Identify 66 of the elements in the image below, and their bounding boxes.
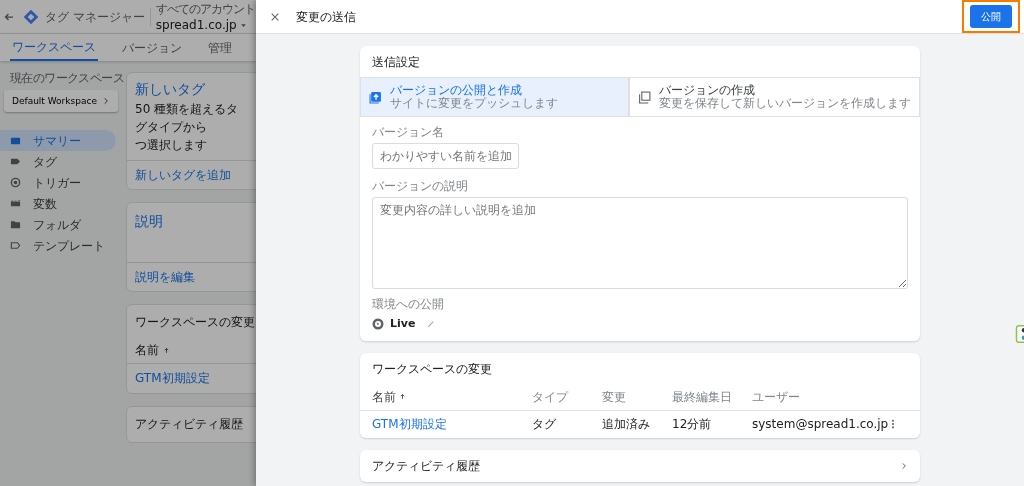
column-header: 変更	[602, 388, 627, 406]
column-header: 名前	[372, 388, 396, 406]
nav-tab[interactable]: バージョン	[120, 34, 184, 61]
column-header: 最終編集日	[672, 388, 733, 406]
environment-name: Live	[390, 316, 416, 332]
option-subtitle: 変更を保存して新しいバージョンを作成します	[659, 97, 911, 112]
sidebar-item[interactable]: トリガー	[0, 172, 116, 194]
sidebar-item[interactable]: 変数	[0, 193, 116, 215]
textarea-field[interactable]: 変更内容の詳しい説明を追加	[372, 197, 908, 289]
table-link[interactable]: GTM初期設定	[135, 371, 210, 385]
trigger-icon	[10, 177, 21, 189]
column-header: ユーザー	[752, 388, 801, 406]
copy-icon	[638, 90, 651, 104]
panel-title: 変更の送信	[296, 8, 356, 26]
widget-icon[interactable]	[1015, 325, 1024, 343]
option-tab[interactable]: バージョンの作成 変更を保存して新しいバージョンを作成します	[629, 77, 920, 117]
sidebar-item[interactable]: フォルダ	[0, 214, 116, 236]
globe-icon	[372, 318, 384, 331]
option-subtitle: サイトに変更をプッシュします	[390, 97, 558, 112]
card-link[interactable]: 新しいタグを追加	[135, 168, 231, 182]
card-title: 新しいタグ	[134, 80, 206, 99]
card-title: 説明	[134, 212, 164, 231]
workspace-button[interactable]: Default Workspace	[4, 90, 118, 113]
sidebar-item[interactable]: タグ	[0, 151, 116, 173]
nav-tab[interactable]: 管理	[206, 34, 234, 61]
input-field[interactable]: わかりやすい名前を追加	[372, 143, 519, 169]
table-cell-text: タグ	[532, 415, 557, 433]
table-cell-text: system@spread1.co.jp	[752, 415, 889, 433]
field-label: 環境への公開	[372, 296, 445, 313]
app-name: タグ マネージャー	[45, 7, 151, 26]
sort-up-icon[interactable]	[163, 346, 170, 354]
card-title: アクティビティ履歴	[372, 457, 480, 475]
option-title: バージョンの作成	[659, 82, 756, 97]
chevron-right-icon	[102, 97, 110, 106]
close-icon[interactable]	[270, 11, 280, 22]
folder-icon	[10, 219, 21, 231]
table-cell-text: 12分前	[672, 415, 713, 433]
option-title: バージョンの公開と作成	[390, 82, 523, 97]
diamond-logo-icon	[23, 8, 39, 25]
card-description: 50 種類を超えるタグタイプから	[135, 101, 240, 136]
dropdown-caret-icon[interactable]	[239, 21, 247, 29]
sidebar-item[interactable]: テンプレート	[0, 235, 116, 257]
table-link[interactable]: GTM初期設定	[372, 414, 532, 433]
card-link[interactable]: 説明を編集	[135, 270, 195, 284]
label-icon	[10, 240, 21, 252]
workspace-label: 現在のワークスペース	[9, 70, 124, 87]
card-title: 送信設定	[371, 54, 421, 71]
breadcrumb: すべてのアカウント	[155, 1, 255, 19]
nav-tab[interactable]: ワークスペース	[10, 34, 98, 61]
sort-up-icon[interactable]	[399, 393, 406, 400]
table-cell-text: 追加済み	[602, 415, 651, 433]
card-title: ワークスペースの変更	[134, 314, 256, 331]
account-name: spread1.co.jp	[155, 18, 237, 32]
option-tab[interactable]: バージョンの公開と作成 サイトに変更をプッシュします	[360, 77, 629, 117]
card-title: ワークスペースの変更	[371, 360, 493, 378]
sidebar-item[interactable]: サマリー	[0, 130, 116, 152]
card-description: つ選択します	[135, 137, 208, 154]
publish-button[interactable]: 公開	[970, 5, 1012, 28]
upload-icon	[369, 90, 382, 104]
card-title: アクティビティ履歴	[134, 416, 244, 433]
field-label: バージョン名	[372, 124, 445, 141]
field-label: バージョンの説明	[372, 178, 469, 195]
column-header: 名前	[135, 342, 159, 359]
chevron-right-icon[interactable]	[900, 461, 908, 470]
briefcase-icon	[10, 135, 21, 147]
column-header: タイプ	[532, 388, 570, 406]
